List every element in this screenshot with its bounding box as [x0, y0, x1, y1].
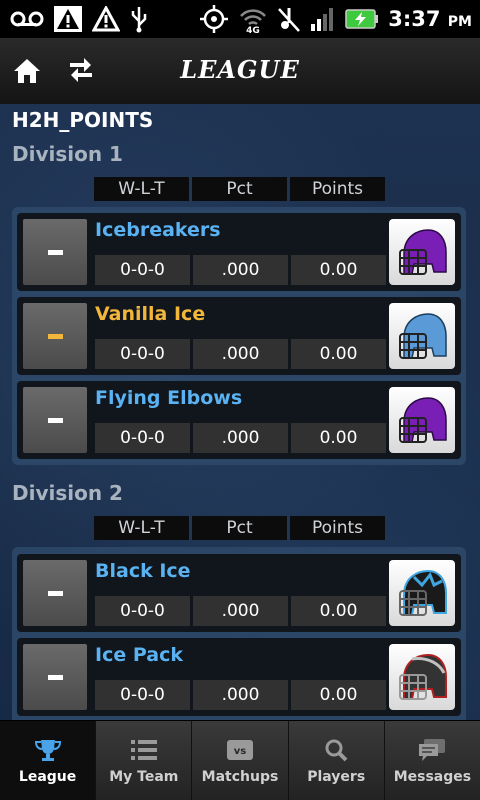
column-header-pct: Pct — [192, 516, 287, 540]
rank-button[interactable] — [23, 303, 87, 369]
battery-charging-icon — [345, 9, 379, 29]
team-points: 0.00 — [291, 255, 386, 285]
tab-label: Players — [307, 768, 366, 785]
chat-icon — [418, 737, 446, 763]
rank-dash — [47, 333, 63, 339]
column-header-points: Points — [290, 516, 385, 540]
division-title: Division 2 — [12, 481, 123, 505]
team-pct: .000 — [193, 596, 288, 626]
team-name[interactable]: Vanilla Ice — [95, 303, 205, 325]
team-logo[interactable] — [389, 219, 455, 285]
team-wlt: 0-0-0 — [95, 423, 190, 453]
team-logo[interactable] — [389, 303, 455, 369]
vs-icon: vs — [226, 737, 254, 763]
rank-dash — [47, 590, 63, 596]
column-headers: W-L-T Pct Points — [94, 177, 385, 201]
usb-icon — [130, 5, 148, 33]
team-row[interactable]: Vanilla Ice 0-0-0 .000 0.00 — [17, 297, 461, 375]
team-wlt: 0-0-0 — [95, 255, 190, 285]
helmet-icon — [399, 653, 447, 700]
team-points: 0.00 — [291, 423, 386, 453]
team-logo[interactable] — [389, 560, 455, 626]
rank-dash — [47, 249, 63, 255]
rank-dash — [47, 674, 63, 680]
team-points: 0.00 — [291, 680, 386, 710]
team-wlt: 0-0-0 — [95, 339, 190, 369]
column-header-pct: Pct — [192, 177, 287, 201]
team-pct: .000 — [193, 255, 288, 285]
rank-button[interactable] — [23, 644, 87, 710]
league-standings[interactable]: H2H_POINTS Division 1 W-L-T Pct Points I… — [0, 104, 480, 720]
team-name[interactable]: Ice Pack — [95, 644, 183, 666]
team-row[interactable]: Ice Pack 0-0-0 .000 0.00 — [17, 638, 461, 716]
rank-button[interactable] — [23, 219, 87, 285]
column-header-wlt: W-L-T — [94, 177, 189, 201]
svg-text:vs: vs — [234, 746, 247, 757]
svg-text:4G: 4G — [246, 26, 260, 34]
team-pct: .000 — [193, 423, 288, 453]
tab-my-team[interactable]: My Team — [96, 721, 193, 800]
page-title: LEAGUE — [180, 55, 300, 84]
search-icon — [324, 737, 348, 763]
tab-label: Matchups — [201, 768, 279, 785]
tab-league[interactable]: League — [0, 721, 97, 800]
helmet-icon — [399, 229, 447, 275]
wifi-4g-icon: 4G — [238, 4, 268, 34]
tab-label: My Team — [109, 768, 179, 785]
rank-button[interactable] — [23, 387, 87, 453]
team-name[interactable]: Black Ice — [95, 560, 191, 582]
voicemail-icon — [10, 10, 44, 28]
tab-players[interactable]: Players — [289, 721, 385, 800]
team-points: 0.00 — [291, 339, 386, 369]
team-wlt: 0-0-0 — [95, 680, 190, 710]
team-row[interactable]: Icebreakers 0-0-0 .000 0.00 — [17, 213, 461, 291]
team-pct: .000 — [193, 680, 288, 710]
team-name[interactable]: Icebreakers — [95, 219, 221, 241]
division-title: Division 1 — [12, 142, 123, 166]
warning-outline-icon — [92, 6, 120, 32]
tab-label: Messages — [393, 768, 472, 785]
division-2-box: Black Ice 0-0-0 .000 0.00 Ice Pack 0-0-0… — [12, 547, 466, 720]
clock: 3:37 PM — [388, 7, 472, 31]
team-points: 0.00 — [291, 596, 386, 626]
helmet-icon — [399, 313, 447, 359]
status-bar: 4G 3:37 PM — [0, 0, 480, 38]
gps-icon — [199, 4, 229, 34]
silent-icon — [277, 5, 301, 33]
warning-icon — [54, 6, 82, 32]
division-1-box: Icebreakers 0-0-0 .000 0.00 Vanilla Ice … — [12, 207, 466, 465]
team-row[interactable]: Black Ice 0-0-0 .000 0.00 — [17, 554, 461, 632]
column-header-points: Points — [290, 177, 385, 201]
team-row[interactable]: Flying Elbows 0-0-0 .000 0.00 — [17, 381, 461, 459]
rank-button[interactable] — [23, 560, 87, 626]
team-name[interactable]: Flying Elbows — [95, 387, 242, 409]
team-wlt: 0-0-0 — [95, 596, 190, 626]
tab-matchups[interactable]: vs Matchups — [192, 721, 289, 800]
list-icon — [130, 737, 157, 763]
rank-dash — [47, 417, 63, 423]
column-headers: W-L-T Pct Points — [94, 516, 385, 540]
helmet-icon — [399, 397, 447, 443]
bottom-nav: League My Team vs Matchups Players Messa… — [0, 720, 480, 800]
team-pct: .000 — [193, 339, 288, 369]
team-logo[interactable] — [389, 387, 455, 453]
trophy-icon — [34, 737, 62, 763]
column-header-wlt: W-L-T — [94, 516, 189, 540]
signal-icon — [310, 6, 336, 32]
tab-messages[interactable]: Messages — [385, 721, 480, 800]
helmet-icon — [399, 569, 447, 616]
app-header: LEAGUE — [0, 38, 480, 105]
tab-label: League — [18, 768, 77, 785]
league-name: H2H_POINTS — [12, 108, 154, 132]
team-logo[interactable] — [389, 644, 455, 710]
